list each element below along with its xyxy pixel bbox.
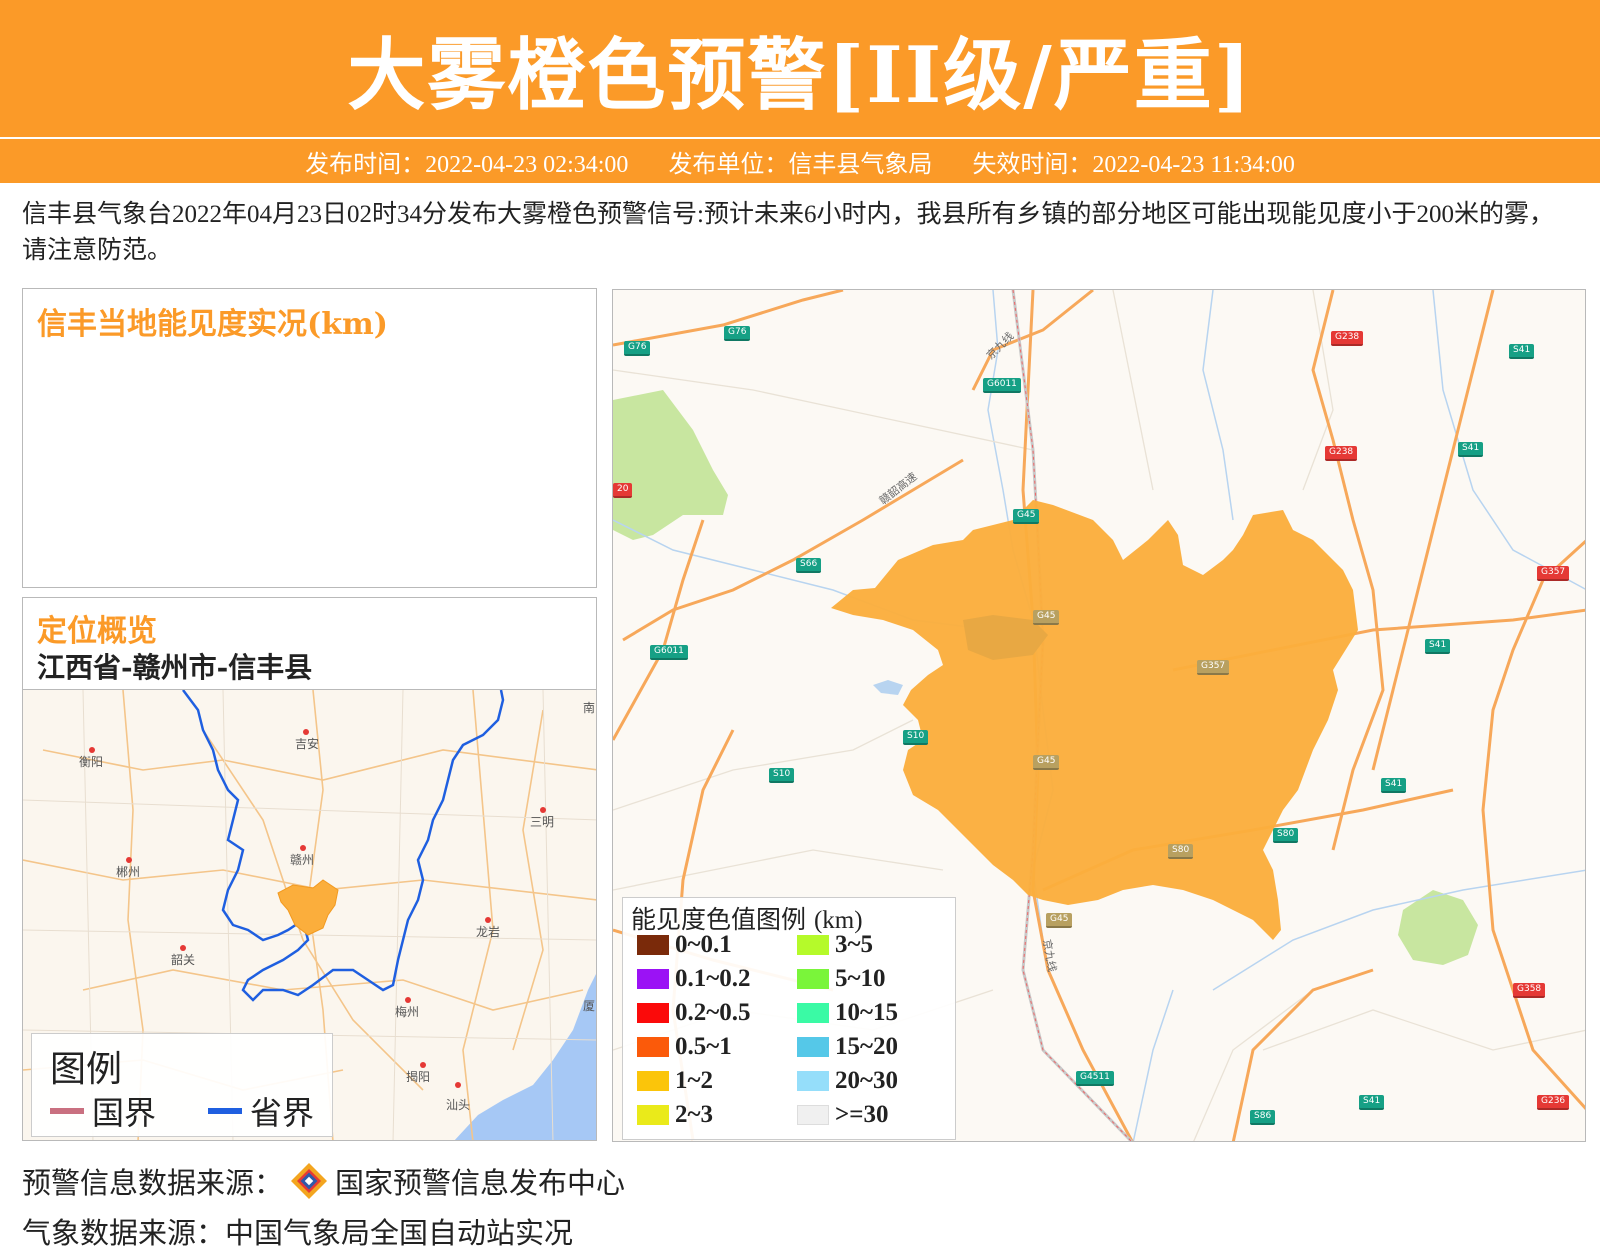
road-badge: S80 [1168,844,1194,859]
legend-item: 0.2~0.5 [637,999,751,1027]
publisher: 发布单位：信丰县气象局 [668,151,933,178]
legend-item: 0~0.1 [637,931,732,959]
weather-source: 气象数据来源：中国气象局全国自动站实况 [22,1216,574,1250]
overview-map[interactable]: 吉安 衡阳 三明 郴州 赣州 龙岩 韶关 梅州 揭阳 汕头 南 厦 图例 国界 … [22,689,597,1141]
city-label-xia: 厦 [583,999,595,1013]
legend-item: 15~20 [797,1033,898,1061]
county-highlight [277,879,339,936]
green-area-west [613,390,728,540]
road-badge: S86 [1250,1110,1276,1125]
legend-item: 5~10 [797,965,886,993]
city-label-chenzhou: 郴州 [116,865,140,879]
warning-source: 预警信息数据来源： 国家预警信息发布中心 [22,1160,625,1202]
page-title: 大雾橙色预警[II级/严重] [347,29,1253,121]
road-badge: G358 [1513,983,1546,998]
road-badge: S41 [1509,344,1535,359]
road-badge: 20 [613,483,633,498]
road-badge: G238 [1331,331,1364,346]
legend-item: 10~15 [797,999,898,1027]
rail-label-jingjiu-north: 京九线 [983,329,1016,362]
road-badge: G6011 [650,645,688,660]
lake [873,680,903,695]
road-badge: S66 [796,558,822,573]
location-region: 江西省-赣州市-信丰县 [37,651,313,684]
road-badge: G45 [1033,610,1060,625]
warning-source-name: 国家预警信息发布中心 [335,1166,626,1200]
legend-national-border: 国界 [50,1088,156,1134]
rail-label-jingjiu-south: 京九线 [1040,938,1060,973]
road-badge: S41 [1381,778,1407,793]
legend-item: 0.5~1 [637,1033,732,1061]
road-badge: S41 [1458,442,1484,457]
city-label-longyan: 龙岩 [476,924,500,939]
road-badge: G236 [1537,1095,1570,1110]
legend-item: 3~5 [797,931,873,959]
warning-description: 信丰县气象台2022年04月23日02时34分发布大雾橙色预警信号:预计未来6小… [22,201,1554,264]
overview-legend: 图例 国界 省界 [31,1033,333,1137]
road-badge: G6011 [983,378,1021,393]
legend-provincial-border: 省界 [208,1088,314,1134]
meta-bar: 发布时间：2022-04-23 02:34:00 发布单位：信丰县气象局 失效时… [0,139,1600,183]
city-label-jieyang: 揭阳 [406,1069,430,1084]
visibility-panel: 信丰当地能见度实况(km) [22,288,597,588]
road-badge: S41 [1425,639,1451,654]
road-badge: S10 [769,768,795,783]
road-badge: G4511 [1076,1071,1114,1086]
location-panel-title: 定位概览 [37,614,157,649]
legend-item: 2~3 [637,1101,713,1129]
city-label-meizhou: 梅州 [395,1004,419,1019]
national-border-swatch [50,1108,84,1114]
road-badge: G357 [1537,566,1570,581]
warning-source-label: 预警信息数据来源： [22,1166,284,1200]
road-badge: G238 [1325,446,1358,461]
warning-center-logo-icon [291,1163,328,1199]
provincial-border-label: 省界 [250,1094,315,1132]
provincial-border [182,690,505,1002]
visibility-color-legend: 能见度色值图例 (km) 0~0.1 0.1~0.2 0.2~0.5 0.5~1… [622,897,956,1140]
provincial-border-swatch [208,1108,242,1114]
visibility-panel-title: 信丰当地能见度实况(km) [37,307,388,342]
overview-legend-title: 图例 [50,1049,123,1090]
expire-time: 失效时间：2022-04-23 11:34:00 [972,151,1295,178]
city-label-shaoguan: 韶关 [171,952,195,967]
sea-area [454,974,596,1140]
city-label-ganzhou: 赣州 [290,853,314,867]
road-badge: G76 [724,326,751,341]
road-badge: G45 [1033,755,1060,770]
city-label-nan: 南 [583,700,595,715]
road-badge: G357 [1197,660,1230,675]
legend-item: >=30 [797,1101,889,1129]
road-badge: G76 [624,341,651,356]
legend-item: 0.1~0.2 [637,965,751,993]
city-label-sanming: 三明 [530,815,554,829]
county-area [831,500,1358,940]
road-badge: S41 [1359,1095,1385,1110]
road-badge: G45 [1046,913,1073,928]
publish-time: 发布时间：2022-04-23 02:34:00 [305,151,629,178]
city-label-hengyang: 衡阳 [79,755,103,769]
city-label-ji-an: 吉安 [295,736,319,751]
road-badge: S80 [1273,828,1299,843]
title-bar: 大雾橙色预警[II级/严重] [0,0,1600,137]
legend-item: 20~30 [797,1067,898,1095]
national-border-label: 国界 [92,1094,157,1132]
road-badge: G45 [1013,509,1040,524]
location-panel: 定位概览 江西省-赣州市-信丰县 [22,597,597,689]
city-label-shantou: 汕头 [446,1098,470,1112]
legend-item: 1~2 [637,1067,713,1095]
road-badge: S10 [903,730,929,745]
